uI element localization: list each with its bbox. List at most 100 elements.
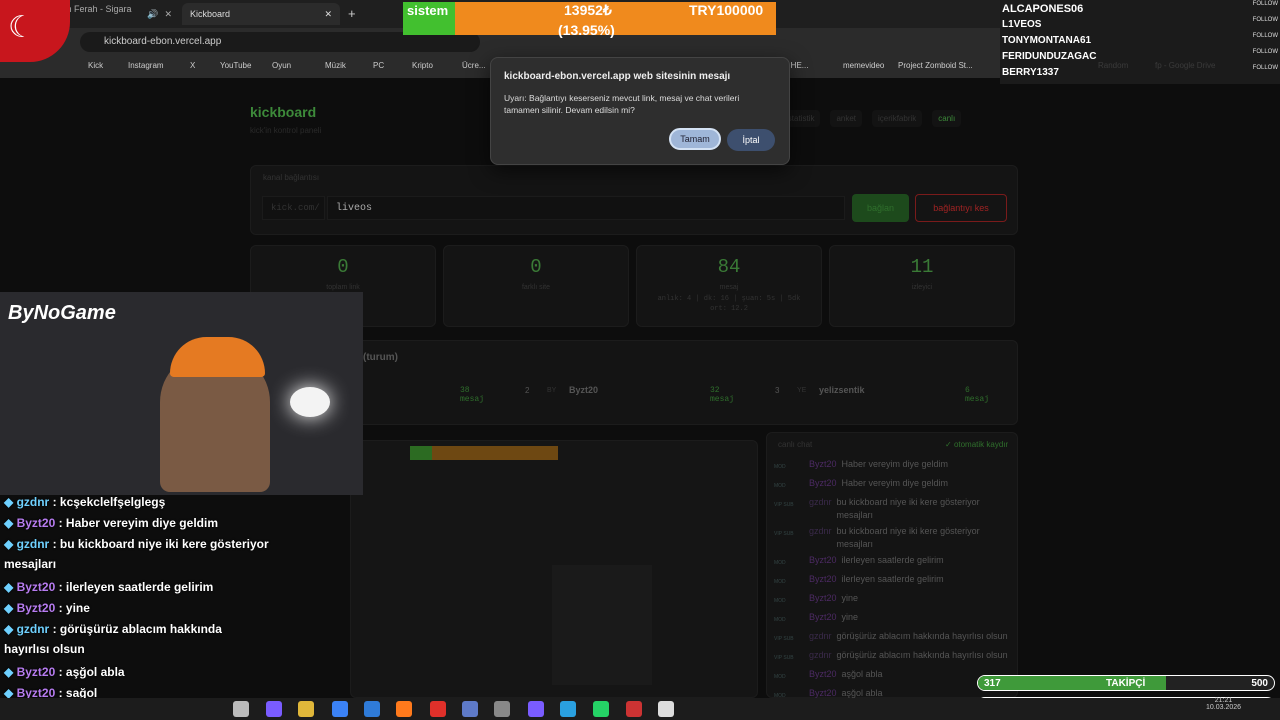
- chat-text: bu kickboard niye iki kere gösteriyor me…: [836, 526, 980, 549]
- disconnect-button[interactable]: bağlantıyı kes: [915, 194, 1007, 222]
- taskbar-app-icon[interactable]: [626, 701, 642, 717]
- chat-text: Haber vereyim diye geldim: [841, 459, 949, 469]
- stat-card: 11 izleyici: [829, 245, 1015, 327]
- taskbar-app-icon[interactable]: [528, 701, 544, 717]
- bookmark-6[interactable]: PC: [373, 61, 384, 70]
- bookmark-3[interactable]: YouTube: [220, 61, 251, 70]
- crescent-icon: ☾: [8, 11, 35, 44]
- overlay-msg: : görüşürüz ablacım hakkında: [49, 622, 222, 636]
- chat-message: VIP SUB gzdnr görüşürüz ablacım hakkında h…: [774, 649, 1014, 665]
- chat-badge-icon: ◆: [4, 601, 17, 615]
- chat-text: bu kickboard niye iki kere gösteriyor me…: [836, 497, 980, 520]
- taskbar-app-icon[interactable]: [364, 701, 380, 717]
- lamp: [290, 387, 330, 417]
- taskbar-app-icon[interactable]: [298, 701, 314, 717]
- overlay-msg: : aşğol abla: [55, 665, 125, 679]
- taskbar-app-icon[interactable]: [266, 701, 282, 717]
- followers-list: ALCAPONES06 FOLLOW L1VEOS FOLLOW TONYMONTANA…: [1000, 0, 1280, 84]
- bookmark-11[interactable]: Project Zomboid St...: [898, 61, 973, 70]
- url-input[interactable]: kickboard-ebon.vercel.app: [80, 32, 480, 52]
- stat-label: farklı site: [521, 284, 550, 291]
- nav-item-2[interactable]: içerikfabrik: [872, 110, 923, 127]
- taskbar-app-icon[interactable]: [494, 701, 510, 717]
- chat-user: gzdnr: [809, 526, 832, 536]
- top-badge: BY: [547, 387, 557, 394]
- close-icon[interactable]: ✕: [164, 9, 172, 20]
- follower-name: TONYMONTANA61: [1002, 35, 1092, 46]
- taskbar-app-icon[interactable]: [332, 701, 348, 717]
- autoscroll-toggle[interactable]: ✓ otomatik kaydır: [945, 440, 1008, 449]
- chat-message: MOD Byzt20 ilerleyen saatlerde gelirim: [774, 573, 1014, 589]
- nav-item-3[interactable]: canlı: [932, 110, 962, 127]
- chat-badge: MOD: [774, 464, 786, 470]
- close-icon[interactable]: ✕: [324, 9, 332, 20]
- chat-user: gzdnr: [809, 631, 832, 641]
- connect-button[interactable]: bağlan: [852, 194, 909, 222]
- app-subtitle: kick'in kontrol paneli: [250, 126, 322, 135]
- cancel-button[interactable]: İptal: [727, 129, 775, 151]
- stat-value: 11: [910, 256, 934, 278]
- chat-message: MOD Byzt20 Haber vereyim diye geldim: [774, 477, 1014, 493]
- taskbar-app-icon[interactable]: [593, 701, 609, 717]
- channel-input[interactable]: liveos: [327, 196, 845, 220]
- overlay-msg: : ilerleyen saatlerde gelirim: [55, 580, 214, 594]
- chat-message: VIP SUB gzdnr görüşürüz ablacım hakkında h…: [774, 630, 1014, 646]
- ok-button[interactable]: Tamam: [669, 128, 721, 150]
- top-count: 32 mesaj: [710, 386, 735, 404]
- live-chat-list: MOD Byzt20 Haber vereyim diye geldim MOD Byz…: [774, 458, 1014, 706]
- chat-badge-icon: ◆: [4, 516, 17, 530]
- chat-user: Byzt20: [809, 612, 837, 622]
- stat-card: 0 farklı site: [443, 245, 629, 327]
- clock[interactable]: 21:21 10.03.2026: [1206, 697, 1241, 711]
- taskbar-app-icon[interactable]: [396, 701, 412, 717]
- dialog-title: kickboard-ebon.vercel.app web sitesinin …: [504, 71, 731, 82]
- overlay-user: gzdnr: [16, 537, 50, 551]
- top-badge: YE: [797, 387, 807, 394]
- chat-text: ilerleyen saatlerde gelirim: [841, 555, 944, 565]
- bookmark-4[interactable]: Oyun: [272, 61, 291, 70]
- stat-label: izleyici: [911, 284, 933, 291]
- progress-percent: (13.95%): [558, 22, 615, 38]
- taskbar-app-icon[interactable]: [430, 701, 446, 717]
- goal-current: 317: [984, 678, 1001, 689]
- bookmark-7[interactable]: Kripto: [412, 61, 433, 70]
- chat-message: MOD Byzt20 ilerleyen saatlerde gelirim: [774, 554, 1014, 570]
- top-rank: 3: [775, 386, 780, 395]
- top-name: Byzt20: [569, 385, 599, 395]
- bookmark-2[interactable]: X: [190, 61, 195, 70]
- overlay-chat-line: ◆ Byzt20 : yine: [4, 601, 90, 615]
- tab-kickboard[interactable]: Kickboard ✕: [182, 3, 340, 25]
- chat-user: gzdnr: [809, 497, 832, 507]
- top-rank: 2: [525, 386, 530, 395]
- overlay-chat-line: ◆ Byzt20 : aşğol abla: [4, 665, 125, 679]
- nav-item-1[interactable]: anket: [830, 110, 863, 127]
- chat-text: aşğol abla: [841, 669, 883, 679]
- stat-value: 0: [337, 256, 349, 278]
- bookmark-8[interactable]: Ücre...: [462, 61, 486, 70]
- bookmark-1[interactable]: Instagram: [128, 61, 164, 70]
- bookmark-10[interactable]: memevideo: [843, 61, 884, 70]
- bynogame-logo: ByNoGame: [8, 302, 116, 324]
- bookmark-5[interactable]: Müzik: [325, 61, 346, 70]
- chat-badge: MOD: [774, 560, 786, 566]
- follower-name: BERRY1337: [1002, 67, 1059, 78]
- bookmark-0[interactable]: Kick: [88, 61, 103, 70]
- top-title: (turum): [363, 352, 398, 363]
- chat-text: görüşürüz ablacım hakkında hayırlısı ols…: [836, 650, 1008, 660]
- overlay-chat-line: ◆ Byzt20 : Haber vereyim diye geldim: [4, 516, 218, 530]
- overlay-msg: : yine: [55, 601, 90, 615]
- overlay-chat-line: ◆ Byzt20 : ilerleyen saatlerde gelirim: [4, 580, 213, 594]
- app-logo: kickboard: [250, 104, 317, 120]
- taskbar-app-icon[interactable]: [560, 701, 576, 717]
- taskbar-app-icon[interactable]: [462, 701, 478, 717]
- chat-user: gzdnr: [809, 650, 832, 660]
- webcam-feed: ByNoGame: [0, 292, 363, 495]
- chat-badge: VIP SUB: [774, 636, 794, 642]
- new-tab-icon[interactable]: +: [348, 6, 356, 21]
- chat-user: Byzt20: [809, 478, 837, 488]
- follower-name: ALCAPONES06: [1002, 3, 1084, 15]
- taskbar-app-icon[interactable]: [658, 701, 674, 717]
- speaker-icon[interactable]: 🔊: [147, 9, 158, 20]
- taskbar-app-icon[interactable]: [233, 701, 249, 717]
- chat-message: VIP SUB gzdnr bu kickboard niye iki kere g…: [774, 525, 1014, 551]
